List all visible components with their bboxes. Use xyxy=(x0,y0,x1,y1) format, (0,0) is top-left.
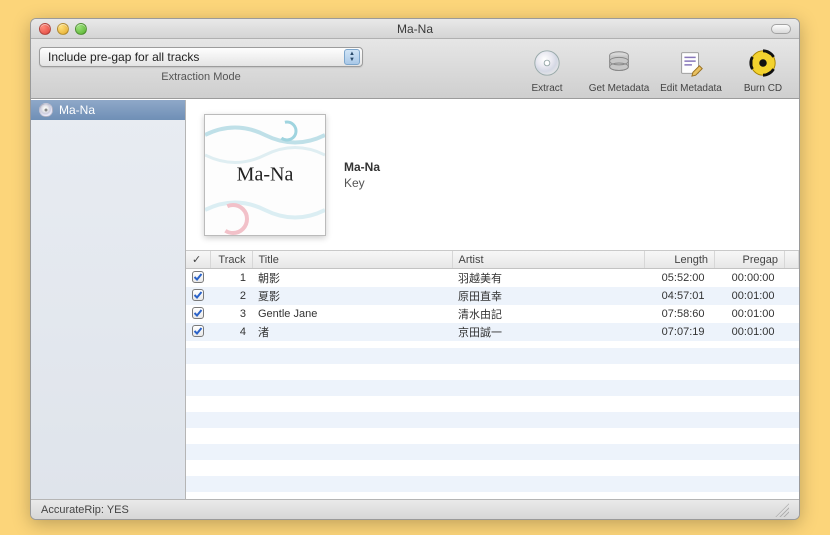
disc-icon xyxy=(532,48,562,81)
album-header: Ma-Na Ma-Na Key xyxy=(186,100,799,250)
toolbar-toggle-pill[interactable] xyxy=(771,24,791,34)
col-artist[interactable]: Artist xyxy=(452,251,645,269)
toolbar: Include pre-gap for all tracks ▲▼ Extrac… xyxy=(31,39,799,99)
track-number: 2 xyxy=(210,287,252,305)
burn-cd-label: Burn CD xyxy=(744,83,782,94)
table-row[interactable]: 2夏影原田直幸04:57:0100:01:00 xyxy=(186,287,799,305)
table-row[interactable]: 4渚京田誠一07:07:1900:01:00 xyxy=(186,323,799,341)
edit-metadata-label: Edit Metadata xyxy=(660,83,722,94)
extract-button[interactable]: Extract xyxy=(511,39,583,98)
track-number: 4 xyxy=(210,323,252,341)
accuraterip-status: AccurateRip: YES xyxy=(41,504,129,516)
track-pregap: 00:00:00 xyxy=(715,269,785,288)
track-pregap: 00:01:00 xyxy=(715,305,785,323)
album-cover[interactable]: Ma-Na xyxy=(204,114,326,236)
content-body: Ma-Na Ma-Na Ma-Na xyxy=(31,99,799,499)
titlebar[interactable]: Ma-Na xyxy=(31,19,799,39)
track-table-wrap: ✓ Track Title Artist Length Pregap 1朝影羽越… xyxy=(186,250,799,499)
row-spacer xyxy=(785,323,799,341)
edit-icon xyxy=(676,48,706,81)
album-cover-text: Ma-Na xyxy=(237,164,294,187)
track-pregap: 00:01:00 xyxy=(715,323,785,341)
extraction-mode-area: Include pre-gap for all tracks ▲▼ Extrac… xyxy=(31,39,371,98)
track-artist: 清水由記 xyxy=(452,305,645,323)
col-length[interactable]: Length xyxy=(645,251,715,269)
track-title: Gentle Jane xyxy=(252,305,452,323)
burn-icon xyxy=(748,48,778,81)
edit-metadata-button[interactable]: Edit Metadata xyxy=(655,39,727,98)
track-length: 05:52:00 xyxy=(645,269,715,288)
extraction-mode-value: Include pre-gap for all tracks xyxy=(48,50,199,64)
track-length: 07:07:19 xyxy=(645,323,715,341)
track-checkbox-cell xyxy=(186,323,210,341)
track-title: 夏影 xyxy=(252,287,452,305)
row-spacer xyxy=(785,305,799,323)
table-row[interactable]: 3Gentle Jane清水由記07:58:6000:01:00 xyxy=(186,305,799,323)
app-window: Ma-Na Include pre-gap for all tracks ▲▼ … xyxy=(30,18,800,520)
track-checkbox[interactable] xyxy=(192,307,204,319)
track-checkbox[interactable] xyxy=(192,271,204,283)
row-spacer xyxy=(785,287,799,305)
status-bar: AccurateRip: YES xyxy=(31,499,799,519)
track-length: 04:57:01 xyxy=(645,287,715,305)
col-track[interactable]: Track xyxy=(210,251,252,269)
extraction-mode-label: Extraction Mode xyxy=(39,71,363,83)
track-checkbox-cell xyxy=(186,269,210,288)
table-row[interactable]: 1朝影羽越美有05:52:0000:00:00 xyxy=(186,269,799,288)
track-title: 朝影 xyxy=(252,269,452,288)
window-title: Ma-Na xyxy=(31,22,799,36)
track-artist: 羽越美有 xyxy=(452,269,645,288)
track-number: 1 xyxy=(210,269,252,288)
resize-grip[interactable] xyxy=(775,503,789,517)
sidebar-item-label: Ma-Na xyxy=(59,103,95,117)
track-artist: 原田直幸 xyxy=(452,287,645,305)
track-checkbox-cell xyxy=(186,305,210,323)
album-text: Ma-Na Key xyxy=(344,160,380,190)
col-check[interactable]: ✓ xyxy=(186,251,210,269)
get-metadata-button[interactable]: Get Metadata xyxy=(583,39,655,98)
track-title: 渚 xyxy=(252,323,452,341)
track-number: 3 xyxy=(210,305,252,323)
database-icon xyxy=(604,48,634,81)
track-length: 07:58:60 xyxy=(645,305,715,323)
track-checkbox-cell xyxy=(186,287,210,305)
sidebar: Ma-Na xyxy=(31,100,186,499)
table-header-row: ✓ Track Title Artist Length Pregap xyxy=(186,251,799,269)
col-title[interactable]: Title xyxy=(252,251,452,269)
cd-icon xyxy=(39,103,53,117)
album-title: Ma-Na xyxy=(344,160,380,174)
sidebar-item-album[interactable]: Ma-Na xyxy=(31,100,185,120)
col-spacer xyxy=(785,251,799,269)
main-panel: Ma-Na Ma-Na Key xyxy=(186,100,799,499)
burn-cd-button[interactable]: Burn CD xyxy=(727,39,799,98)
popup-arrows-icon: ▲▼ xyxy=(344,49,360,65)
row-spacer xyxy=(785,269,799,288)
track-artist: 京田誠一 xyxy=(452,323,645,341)
album-artist: Key xyxy=(344,176,380,190)
track-checkbox[interactable] xyxy=(192,289,204,301)
track-pregap: 00:01:00 xyxy=(715,287,785,305)
track-checkbox[interactable] xyxy=(192,325,204,337)
get-metadata-label: Get Metadata xyxy=(589,83,650,94)
extract-label: Extract xyxy=(531,83,562,94)
extraction-mode-popup[interactable]: Include pre-gap for all tracks ▲▼ xyxy=(39,47,363,67)
track-table: ✓ Track Title Artist Length Pregap 1朝影羽越… xyxy=(186,251,799,341)
col-pregap[interactable]: Pregap xyxy=(715,251,785,269)
